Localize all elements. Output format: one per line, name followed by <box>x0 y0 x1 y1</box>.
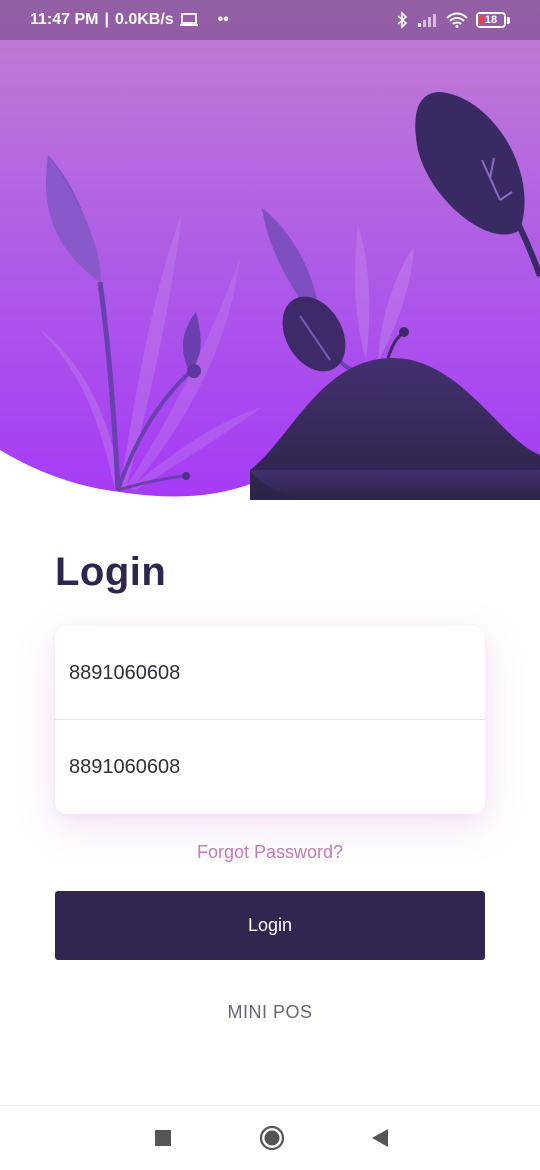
status-separator: | <box>104 11 109 28</box>
hero-illustration <box>0 0 540 500</box>
forgot-password-link[interactable]: Forgot Password? <box>0 842 540 863</box>
status-left: 11:47 PM | 0.0KB/s •• <box>30 11 229 29</box>
plants-illustration <box>0 0 540 500</box>
laptop-icon <box>179 13 198 27</box>
login-form-card <box>55 626 485 814</box>
home-icon[interactable] <box>257 1123 287 1153</box>
back-icon[interactable] <box>365 1123 395 1153</box>
navigation-bar <box>0 1105 540 1170</box>
status-bar: 11:47 PM | 0.0KB/s •• 18 <box>0 0 540 40</box>
recent-apps-icon[interactable] <box>148 1123 178 1153</box>
password-field[interactable] <box>55 720 485 814</box>
more-indicator: •• <box>217 11 229 28</box>
page-title: Login <box>55 550 167 594</box>
wifi-icon <box>446 12 468 28</box>
username-field[interactable] <box>55 626 485 720</box>
status-right: 18 <box>396 11 510 29</box>
brand-label: MINI POS <box>227 1002 313 1022</box>
bluetooth-icon <box>396 11 408 29</box>
battery-level: 18 <box>476 12 506 28</box>
status-time: 11:47 PM <box>30 11 99 28</box>
battery-icon: 18 <box>476 12 510 28</box>
network-speed: 0.0KB/s <box>114 11 174 28</box>
signal-icon <box>416 12 438 28</box>
login-button[interactable]: Login <box>55 891 485 960</box>
